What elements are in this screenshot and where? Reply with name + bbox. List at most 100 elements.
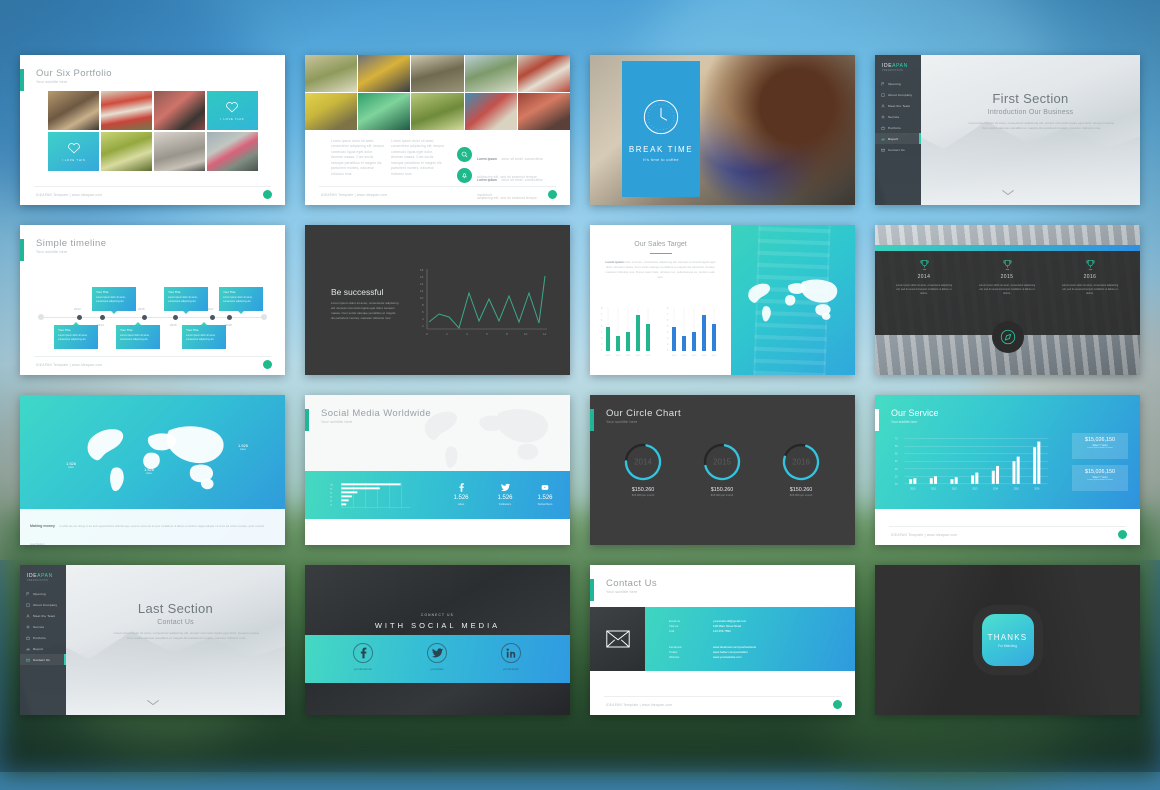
- slide-social-media-worldwide[interactable]: Social Media Worldwide Your subtitle her…: [305, 395, 570, 545]
- search-icon-button[interactable]: [457, 147, 472, 162]
- slide-body: Lorem ipsum dolor sit amet, consectetur …: [604, 260, 717, 280]
- slide-world-map[interactable]: 1.526 Likes 1.526 Likes 1.526 Likes Maki…: [20, 395, 285, 545]
- timeline-card[interactable]: Your Title Lorem ipsum dolor sit amet, co…: [54, 322, 98, 349]
- timeline-node[interactable]: [77, 314, 82, 320]
- slide-be-successful[interactable]: Be successful Lorem ipsum dolor sit amet…: [305, 225, 570, 375]
- sidebar-item-report[interactable]: Report: [20, 643, 66, 654]
- mosaic-image[interactable]: [464, 93, 517, 130]
- thanks-card: THANKS For Watching: [981, 614, 1034, 666]
- slide-contact-us[interactable]: Contact Us Your subtitle here Email us V…: [590, 565, 855, 715]
- facebook-glyph: [360, 647, 366, 659]
- svg-text:2015: 2015: [692, 355, 698, 357]
- donut-year: 2014: [634, 457, 652, 467]
- sidebar-item-portfolio[interactable]: Portfolio: [875, 122, 921, 133]
- portfolio-image[interactable]: [48, 91, 100, 131]
- sidebar-nav: IDEAPAN PRESENTATION Opening About Compa…: [20, 565, 66, 715]
- slide-break-time[interactable]: BREAK TIME It's time to coffee: [590, 55, 855, 205]
- timeline-node[interactable]: [227, 314, 232, 320]
- timeline-node[interactable]: [100, 314, 105, 320]
- chart-icon: [881, 137, 885, 140]
- timeline-node[interactable]: [173, 314, 178, 320]
- mosaic-image[interactable]: [517, 55, 570, 92]
- slide-thanks[interactable]: THANKS For Watching: [875, 565, 1140, 715]
- slide-connect-social-media[interactable]: CONNECT US WITH SOCIAL MEDIA yourfaceboo…: [305, 565, 570, 715]
- sidebar-item-contact-us[interactable]: Contact Us: [875, 144, 921, 155]
- svg-text:6: 6: [601, 319, 603, 322]
- timeline-card[interactable]: Your Title Lorem ipsum dolor sit amet, co…: [164, 287, 208, 314]
- mosaic-image[interactable]: [411, 55, 464, 92]
- circle-chart-column: 2014 $150.260 $15.000 per month: [606, 441, 680, 497]
- portfolio-image[interactable]: [153, 91, 206, 131]
- portfolio-image[interactable]: [153, 131, 206, 171]
- slide-photo-mosaic[interactable]: Lorem ipsum dolor sit amet, consectetur …: [305, 55, 570, 205]
- footer-body: is what we are doing in art and opportun…: [30, 524, 264, 545]
- chevron-down-icon[interactable]: [1001, 189, 1015, 196]
- social-link-facebook[interactable]: yourfacebook: [327, 643, 399, 671]
- mosaic-image[interactable]: [411, 93, 464, 130]
- sidebar-item-service[interactable]: Service: [875, 111, 921, 122]
- portfolio-tile-love[interactable]: I LOVE THIS: [206, 91, 258, 131]
- social-link-linkedin[interactable]: yourlinkedin: [475, 643, 547, 671]
- sidebar-item-meet-the-team[interactable]: Meet the Team: [875, 100, 921, 111]
- mosaic-image[interactable]: [305, 55, 358, 92]
- chevron-down-icon[interactable]: [146, 699, 160, 706]
- timeline-card[interactable]: Your Title Lorem ipsum dolor sit amet, co…: [182, 322, 226, 349]
- sidebar-item-about-company[interactable]: About Company: [20, 599, 66, 610]
- sidebar-item-label: Opening: [33, 591, 46, 596]
- portfolio-tile-love[interactable]: I LOVE THIS: [48, 131, 100, 171]
- portfolio-image[interactable]: [100, 91, 153, 131]
- map-stat: 1.526 Likes: [66, 461, 76, 469]
- logo-part-ide: IDE: [882, 63, 893, 69]
- sidebar-tagline: PRESENTATION: [882, 70, 904, 72]
- timeline-card[interactable]: Your Title Lorem ipsum dolor sit amet, co…: [116, 322, 160, 349]
- sidebar-item-meet-the-team[interactable]: Meet the Team: [20, 610, 66, 621]
- sidebar-item-opening[interactable]: Opening: [875, 78, 921, 89]
- timeline-year: 2016: [170, 323, 177, 327]
- briefcase-icon: [881, 126, 885, 130]
- sidebar-item-label: Opening: [888, 81, 901, 86]
- timeline-node[interactable]: [142, 314, 147, 320]
- svg-text:2010: 2010: [910, 488, 916, 490]
- social-link-twitter[interactable]: yourtwitter: [401, 643, 473, 671]
- svg-text:1: 1: [601, 349, 603, 352]
- flag-icon: [881, 81, 885, 86]
- section-title: Last Section: [137, 601, 214, 616]
- slide-first-section[interactable]: IDEAPAN PRESENTATION Opening About Compa…: [875, 55, 1140, 205]
- mosaic-image[interactable]: [517, 93, 570, 130]
- svg-text:2017: 2017: [712, 355, 718, 357]
- slide-our-circle-chart[interactable]: Our Circle Chart Your subtitle here 2014…: [590, 395, 855, 545]
- timeline-card[interactable]: Your Title Lorem ipsum dolor sit amet, co…: [219, 287, 263, 314]
- sidebar-item-contact-us[interactable]: Contact Us: [20, 654, 66, 665]
- portfolio-image[interactable]: [100, 131, 153, 171]
- award-body: Lorem ipsum dolor sit amet, consectetur …: [978, 284, 1036, 296]
- award-column: 2016 Lorem ipsum dolor sit amet, consect…: [1055, 259, 1125, 296]
- svg-text:10: 10: [420, 296, 424, 300]
- gear-icon: [881, 114, 885, 119]
- slide-our-six-portfolio[interactable]: Our Six Portfolio Your subtitle here I L…: [20, 55, 285, 205]
- slide-our-sales-target[interactable]: Our Sales Target Lorem ipsum dolor sit a…: [590, 225, 855, 375]
- sidebar-item-report[interactable]: Report: [875, 133, 921, 144]
- slide-last-section[interactable]: IDEAPAN PRESENTATION Opening About Compa…: [20, 565, 285, 715]
- portfolio-image[interactable]: [206, 131, 258, 171]
- sidebar-item-opening[interactable]: Opening: [20, 588, 66, 599]
- mosaic-image[interactable]: [358, 55, 411, 92]
- twitter-glyph: [431, 648, 443, 658]
- mosaic-image[interactable]: [464, 55, 517, 92]
- timeline-node[interactable]: [210, 314, 215, 320]
- slide-our-service[interactable]: Our Service Your subtitle here 70 60 50 40…: [875, 395, 1140, 545]
- slide-simple-timeline[interactable]: Simple timeline Your subtitle here 2013 …: [20, 225, 285, 375]
- sidebar-item-service[interactable]: Service: [20, 621, 66, 632]
- svg-text:4: 4: [601, 331, 603, 334]
- donut-wrap: 2014: [622, 441, 664, 483]
- mosaic-image[interactable]: [305, 93, 358, 130]
- contact-value-group-2: www.facebook.com/yourfacebook www.twitte…: [713, 645, 756, 661]
- bell-icon-button[interactable]: [457, 168, 472, 183]
- accent-bar: [20, 69, 24, 91]
- timeline-card[interactable]: Your Title Lorem ipsum dolor sit amet, co…: [92, 287, 136, 314]
- connect-headline: WITH SOCIAL MEDIA: [374, 621, 501, 630]
- sidebar-item-about-company[interactable]: About Company: [875, 89, 921, 100]
- mosaic-image[interactable]: [358, 93, 411, 130]
- sidebar-item-portfolio[interactable]: Portfolio: [20, 632, 66, 643]
- slide-awards[interactable]: 2014 Lorem ipsum dolor sit amet, consect…: [875, 225, 1140, 375]
- trophy-icon: [1003, 260, 1011, 270]
